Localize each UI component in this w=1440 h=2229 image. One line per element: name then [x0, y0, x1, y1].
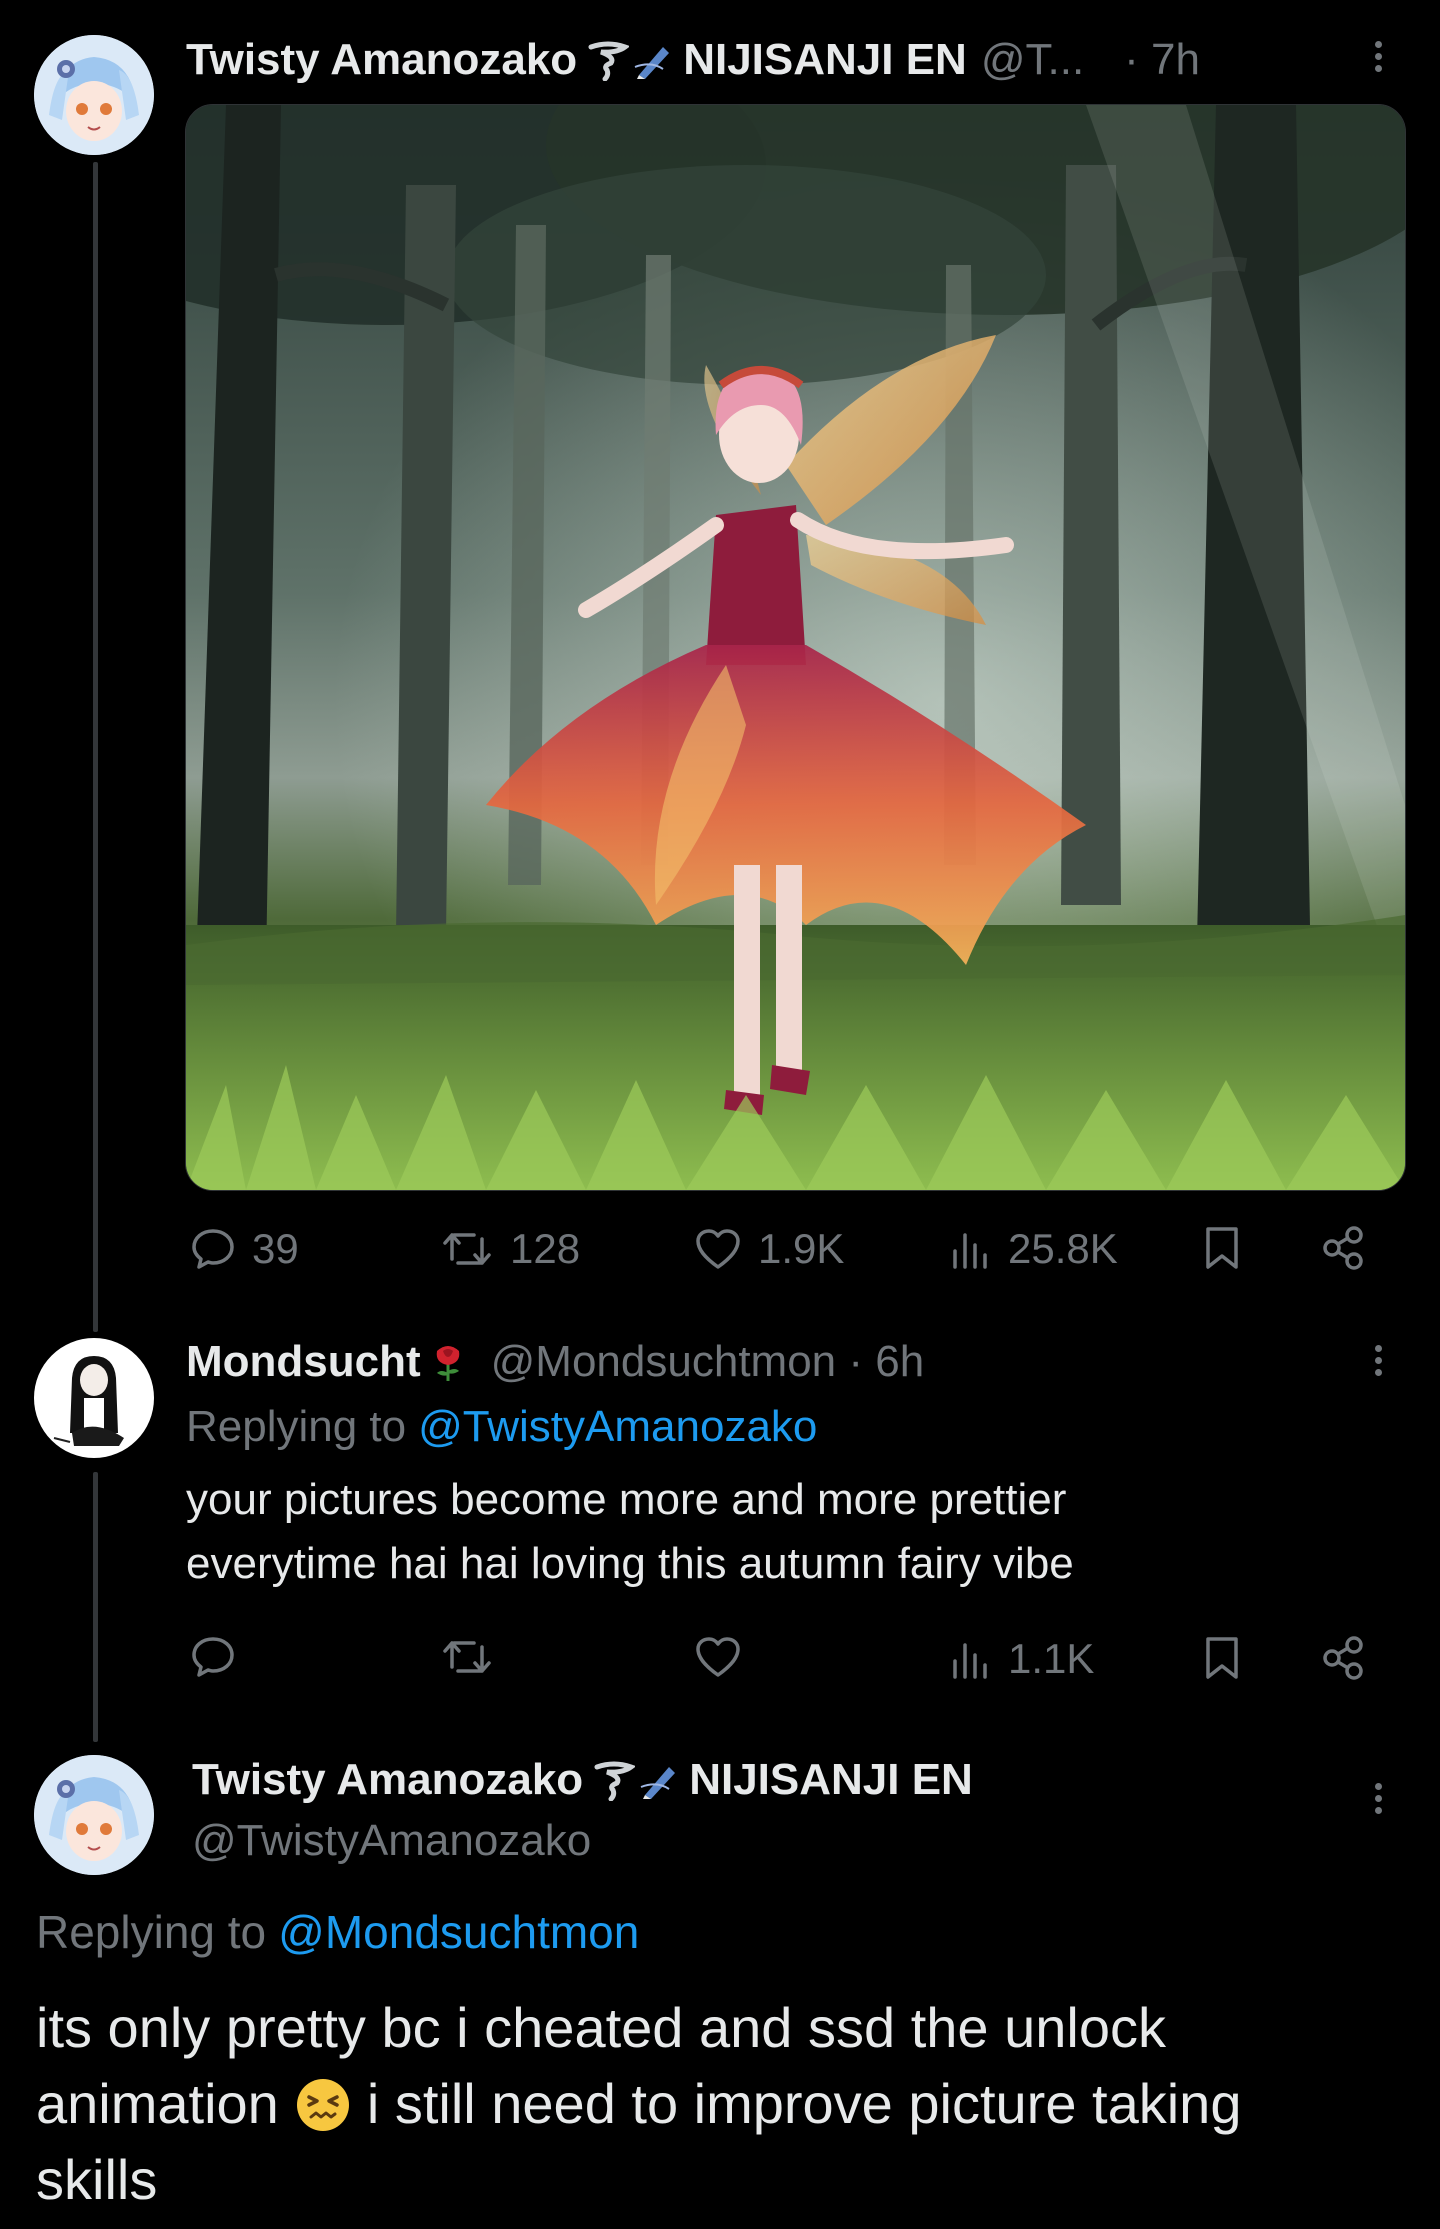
- reply-count: 39: [252, 1225, 299, 1272]
- reply2-header: Twisty Amanozako NIJISANJI EN: [192, 1753, 973, 1807]
- reply2-text-line: animation i still need to improve pictur…: [36, 2066, 1416, 2142]
- tweet1-header: Twisty Amanozako NIJISANJI EN @T... · 7h: [186, 33, 1200, 87]
- like-icon: [696, 1229, 740, 1269]
- thread-connector-line: [93, 1472, 98, 1742]
- tornado-emoji-icon: [587, 39, 631, 82]
- replying-to-line: Replying to @TwistyAmanozako: [186, 1400, 817, 1454]
- reply2-text-line: its only pretty bc i cheated and ssd the…: [36, 1996, 1166, 2059]
- replying-to-line: Replying to @Mondsuchtmon: [36, 1905, 639, 1959]
- retweet-button[interactable]: [442, 1635, 494, 1679]
- retweet-icon: [443, 1641, 491, 1673]
- reply2-handle-row: @TwistyAmanozako: [192, 1814, 591, 1868]
- avatar-mondsucht[interactable]: [34, 1338, 154, 1458]
- affiliation-label: NIJISANJI EN: [683, 35, 967, 84]
- author-display-name[interactable]: Mondsucht: [186, 1335, 421, 1389]
- views-icon: [953, 1233, 987, 1269]
- reply2-text-line: skills: [36, 2148, 158, 2211]
- avatar-twisty[interactable]: [34, 1755, 154, 1875]
- views-count: 25.8K: [1008, 1225, 1118, 1272]
- share-button[interactable]: [1320, 1635, 1366, 1681]
- bookmark-button[interactable]: [1203, 1225, 1241, 1271]
- reply2-text-segment: i still need to improve picture taking: [366, 2072, 1242, 2135]
- more-options-icon[interactable]: [1368, 1340, 1388, 1388]
- views-button[interactable]: 25.8K: [950, 1225, 1118, 1273]
- avatar-twisty-image: [34, 35, 154, 155]
- bookmark-icon: [1206, 1227, 1238, 1269]
- tornado-emoji-icon: [593, 1759, 637, 1802]
- bookmark-button[interactable]: [1203, 1635, 1241, 1681]
- thread-connector-line: [93, 162, 98, 1332]
- reply1-header: Mondsucht @Mondsuchtmon · 6h: [186, 1335, 924, 1389]
- author-display-name[interactable]: Twisty Amanozako: [192, 1753, 583, 1807]
- rose-emoji-icon: [427, 1341, 469, 1383]
- reply1-text: your pictures become more and more prett…: [186, 1475, 1074, 1588]
- pen-emoji-icon: [639, 1759, 681, 1801]
- views-count: 1.1K: [1008, 1635, 1095, 1682]
- author-handle[interactable]: @TwistyAmanozako: [192, 1814, 591, 1868]
- views-icon: [953, 1643, 987, 1679]
- author-handle-and-time[interactable]: @Mondsuchtmon · 6h: [491, 1335, 925, 1389]
- share-button[interactable]: [1320, 1225, 1366, 1271]
- like-count: 1.9K: [758, 1225, 845, 1272]
- views-button[interactable]: 1.1K: [950, 1635, 1094, 1683]
- replying-to-label: Replying to: [36, 1906, 267, 1958]
- more-options-icon[interactable]: [1368, 36, 1388, 84]
- more-options-icon[interactable]: [1368, 1778, 1388, 1826]
- like-button[interactable]: [694, 1635, 742, 1679]
- share-icon: [1323, 1636, 1363, 1680]
- pen-emoji-icon: [633, 39, 675, 81]
- avatar-twisty[interactable]: [34, 35, 154, 155]
- replying-to-label: Replying to: [186, 1402, 407, 1451]
- retweet-button[interactable]: 128: [442, 1225, 580, 1273]
- affiliation-label: NIJISANJI EN: [689, 1755, 973, 1804]
- confounded-face-emoji-icon: [295, 2076, 351, 2132]
- bookmark-icon: [1206, 1637, 1238, 1679]
- reply2-text: its only pretty bc i cheated and ssd the…: [36, 1990, 1416, 2218]
- reply2-text-segment: animation: [36, 2072, 279, 2135]
- reply-icon: [192, 1637, 234, 1677]
- author-handle[interactable]: @T...: [981, 33, 1084, 87]
- tweet-media-image[interactable]: [185, 104, 1406, 1191]
- author-display-name[interactable]: Twisty Amanozako: [186, 33, 577, 87]
- like-icon: [696, 1637, 740, 1677]
- share-icon: [1323, 1226, 1363, 1270]
- reply-icon: [192, 1229, 234, 1269]
- retweet-icon: [443, 1233, 491, 1265]
- reply-button[interactable]: 39: [190, 1225, 299, 1273]
- retweet-count: 128: [510, 1225, 581, 1272]
- avatar-mondsucht-image: [34, 1338, 154, 1458]
- replying-to-link[interactable]: @Mondsuchtmon: [278, 1905, 639, 1959]
- avatar-twisty-image: [34, 1755, 154, 1875]
- replying-to-link[interactable]: @TwistyAmanozako: [418, 1400, 817, 1454]
- reply-button[interactable]: [190, 1635, 236, 1679]
- like-button[interactable]: 1.9K: [694, 1225, 844, 1273]
- tweet-time[interactable]: · 7h: [1124, 33, 1200, 87]
